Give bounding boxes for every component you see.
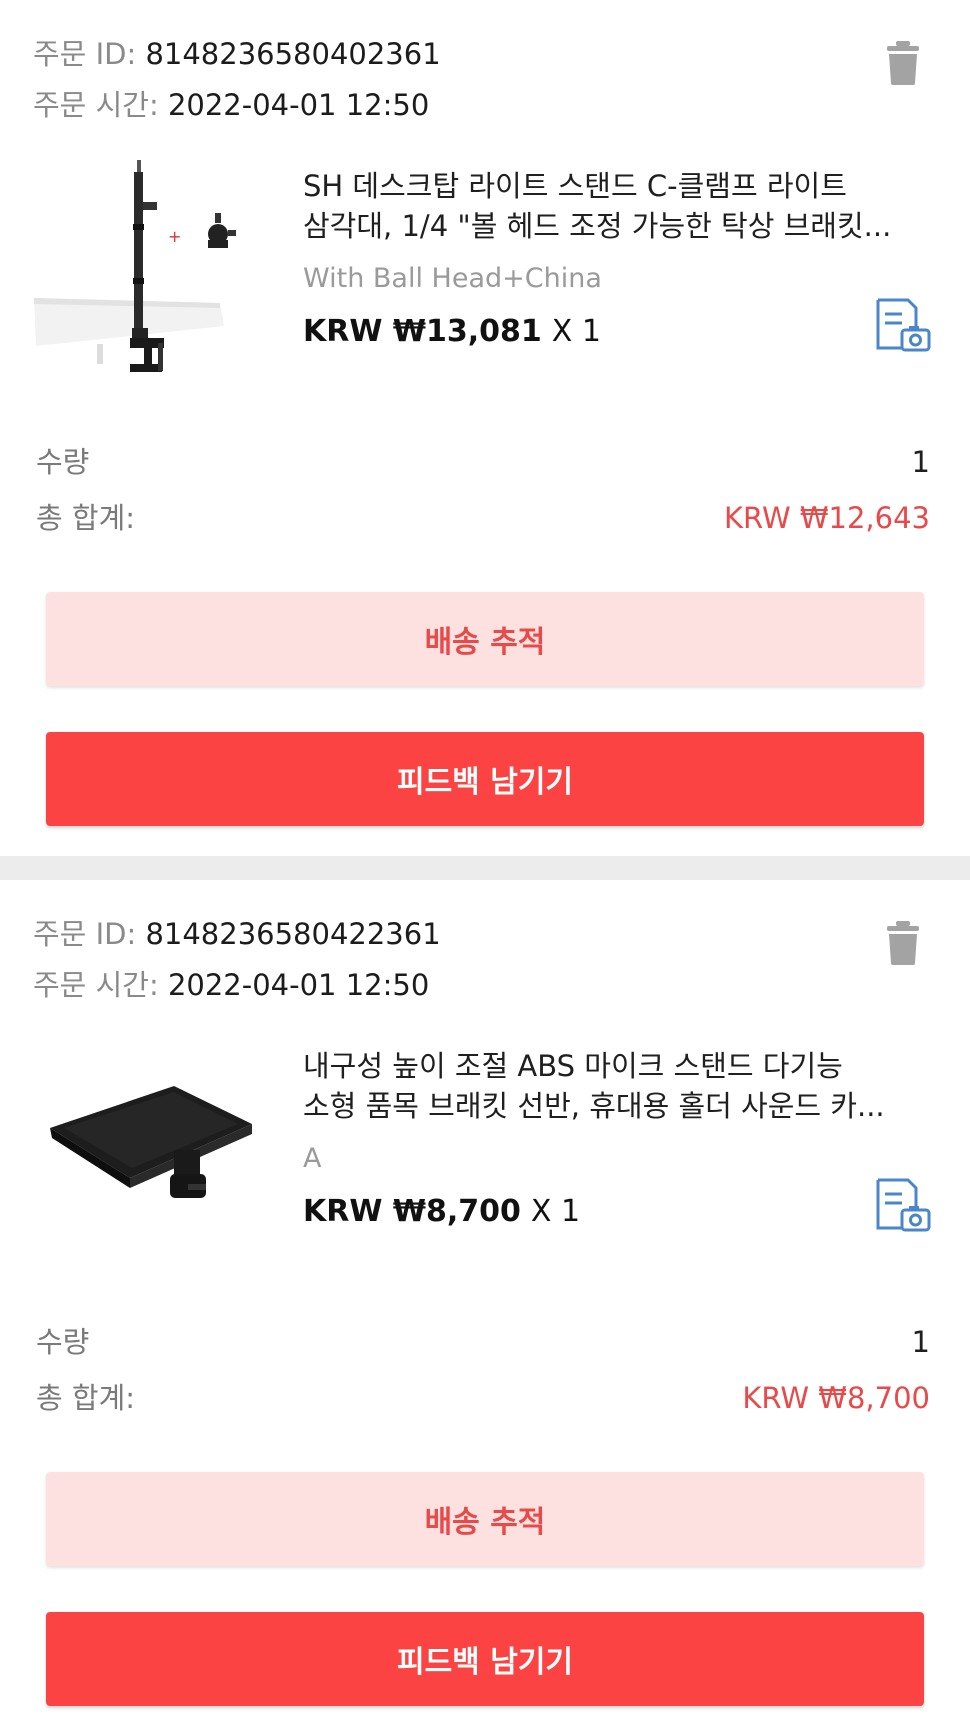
svg-text:+: + [168,227,181,246]
product-title-line: 내구성 높이 조절 ABS 마이크 스탠드 다기능 [303,1049,843,1083]
product-price: KRW ₩13,081 X 1 [303,313,601,351]
total-label: 총 합계: [36,1381,136,1415]
order-time-label: 주문 시간: [33,968,159,1002]
order-time-value: 2022-04-01 12:50 [167,968,430,1002]
order-id-label: 주문 ID: [33,37,137,71]
order-id-value: 8148236580422361 [145,917,441,951]
product-title-line: 소형 품목 브래킷 선반, 휴대용 홀더 사운드 카... [303,1089,885,1123]
product-price: KRW ₩8,700 X 1 [303,1193,580,1231]
order-time: 주문 시간: 2022-04-01 12:50 [33,967,429,1003]
total-value: KRW ₩8,700 [742,1381,930,1415]
order-id-value: 8148236580402361 [145,37,441,71]
total-value: KRW ₩12,643 [723,501,930,535]
order-card: 주문 ID: 8148236580422361 주문 시간: 2022-04-0… [0,880,970,1727]
product-variant: A [303,1143,322,1174]
quantity-label: 수량 [36,445,90,479]
leave-feedback-button[interactable]: 피드백 남기기 [46,1612,924,1706]
order-id: 주문 ID: 8148236580402361 [33,36,441,72]
quantity-multiplier: X 1 [551,314,601,349]
product-title[interactable]: 내구성 높이 조절 ABS 마이크 스탠드 다기능 소형 품목 브래킷 선반, … [303,1046,928,1126]
trash-icon[interactable] [886,920,920,966]
price-amount: KRW ₩13,081 [303,314,542,349]
product-title[interactable]: SH 데스크탑 라이트 스탠드 C-클램프 라이트 삼각대, 1/4 "볼 헤드… [303,166,928,246]
order-time-label: 주문 시간: [33,88,159,122]
product-title-line: 삼각대, 1/4 "볼 헤드 조정 가능한 탁상 브래킷... [303,209,892,243]
product-title-line: SH 데스크탑 라이트 스탠드 C-클램프 라이트 [303,169,847,203]
photo-review-icon[interactable] [874,296,932,354]
quantity-multiplier: X 1 [530,1194,581,1229]
order-id: 주문 ID: 8148236580422361 [33,916,441,952]
total-label: 총 합계: [36,501,136,535]
mic-stand-tray-image[interactable] [34,1038,274,1288]
light-stand-image[interactable]: + [34,158,274,408]
order-time-value: 2022-04-01 12:50 [167,88,430,122]
quantity-value: 1 [911,445,930,479]
price-amount: KRW ₩8,700 [303,1194,521,1229]
track-shipment-button[interactable]: 배송 추적 [46,1472,924,1566]
quantity-value: 1 [911,1325,930,1359]
trash-icon[interactable] [886,40,920,86]
quantity-label: 수량 [36,1325,90,1359]
product-variant: With Ball Head+China [303,263,602,294]
order-id-label: 주문 ID: [33,917,137,951]
photo-review-icon[interactable] [874,1176,932,1234]
order-card: 주문 ID: 8148236580402361 주문 시간: 2022-04-0… [0,0,970,856]
track-shipment-button[interactable]: 배송 추적 [46,592,924,686]
leave-feedback-button[interactable]: 피드백 남기기 [46,732,924,826]
order-time: 주문 시간: 2022-04-01 12:50 [33,87,429,123]
